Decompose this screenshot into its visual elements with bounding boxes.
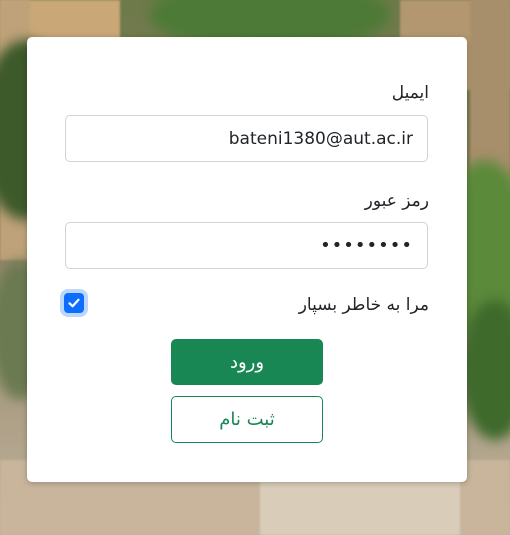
email-label: ایمیل xyxy=(391,83,429,103)
register-button[interactable]: ثبت نام xyxy=(171,396,323,443)
remember-me-checkbox[interactable] xyxy=(64,293,84,313)
remember-me-label: مرا به خاطر بسپار xyxy=(298,295,429,315)
password-input[interactable] xyxy=(65,222,428,269)
login-card: ایمیل رمز عبور مرا به خاطر بسپار ورود ثب… xyxy=(27,37,467,482)
password-label: رمز عبور xyxy=(364,191,429,211)
email-input[interactable] xyxy=(65,115,428,162)
login-button[interactable]: ورود xyxy=(171,339,323,385)
check-icon xyxy=(68,298,80,308)
